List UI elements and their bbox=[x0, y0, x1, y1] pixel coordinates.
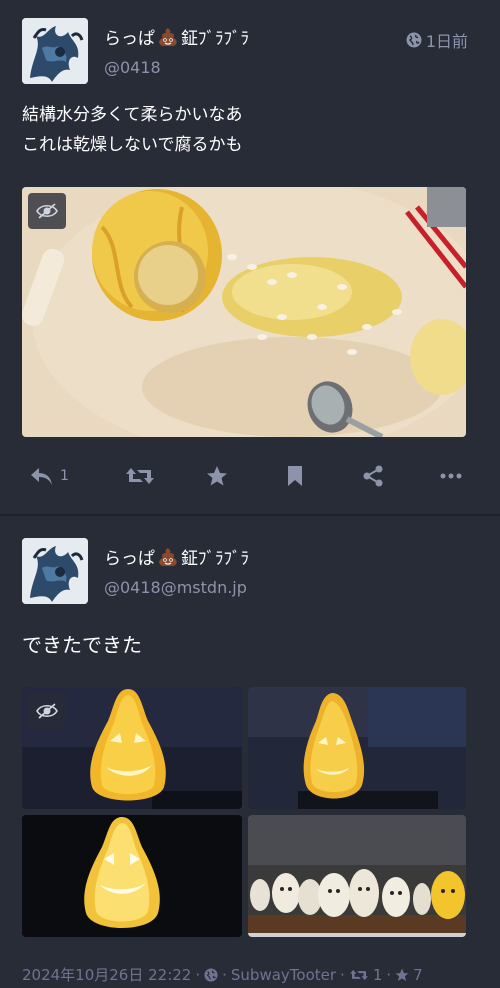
media-attachment-3[interactable] bbox=[22, 815, 242, 937]
media-attachment[interactable] bbox=[22, 187, 466, 437]
separator: · bbox=[222, 965, 227, 984]
display-name-text: らっぱ bbox=[104, 549, 155, 569]
avatar[interactable] bbox=[22, 18, 88, 84]
star-icon bbox=[207, 466, 227, 486]
avatar-image bbox=[22, 18, 88, 84]
eye-slash-icon bbox=[36, 203, 58, 219]
timestamp-text: 1日前 bbox=[425, 32, 468, 51]
separator: · bbox=[340, 965, 345, 984]
media-attachment-1[interactable] bbox=[22, 687, 242, 809]
media-image bbox=[22, 187, 466, 437]
favourite-button[interactable] bbox=[206, 458, 228, 494]
post-datetime[interactable]: 2024年10月26日 22:22 bbox=[22, 964, 191, 985]
display-name-text: らっぱ bbox=[104, 29, 155, 49]
content-line: 結構水分多くて柔らかいなあ bbox=[22, 105, 243, 125]
action-bar: 1 bbox=[0, 458, 500, 494]
boost-icon bbox=[126, 468, 154, 484]
favourite-count[interactable]: 7 bbox=[413, 966, 423, 984]
status-content: 結構水分多くて柔らかいなあ これは乾燥しないで腐るかも bbox=[22, 100, 243, 160]
display-name[interactable]: らっぱ 鉦ﾌﾞﾗﾌﾞﾗ bbox=[104, 544, 249, 569]
ellipsis-icon bbox=[440, 473, 462, 479]
bookmark-icon bbox=[288, 466, 302, 486]
display-name-text-suffix: 鉦ﾌﾞﾗﾌﾞﾗ bbox=[181, 29, 249, 49]
status-card[interactable]: らっぱ 鉦ﾌﾞﾗﾌﾞﾗ @0418@mstdn.jp できたできた 2024年1… bbox=[0, 516, 500, 988]
media-image bbox=[248, 687, 466, 809]
poop-emoji-icon bbox=[159, 548, 177, 566]
eye-slash-icon bbox=[36, 703, 58, 719]
poop-emoji-icon bbox=[159, 28, 177, 46]
bookmark-button[interactable] bbox=[286, 458, 304, 494]
avatar-image bbox=[22, 538, 88, 604]
reply-button[interactable]: 1 bbox=[30, 458, 69, 494]
account-handle[interactable]: @0418 bbox=[104, 58, 161, 77]
account-handle[interactable]: @0418@mstdn.jp bbox=[104, 578, 247, 597]
client-name[interactable]: SubwayTooter bbox=[231, 966, 336, 984]
separator: · bbox=[195, 965, 201, 984]
media-attachment-2[interactable] bbox=[248, 687, 466, 809]
more-options-button[interactable] bbox=[440, 458, 462, 494]
display-name[interactable]: らっぱ 鉦ﾌﾞﾗﾌﾞﾗ bbox=[104, 24, 249, 49]
share-button[interactable] bbox=[362, 458, 384, 494]
display-name-text-suffix: 鉦ﾌﾞﾗﾌﾞﾗ bbox=[181, 549, 249, 569]
media-image bbox=[248, 815, 466, 937]
boost-count[interactable]: 1 bbox=[373, 966, 383, 984]
status-footer: 2024年10月26日 22:22 · · SubwayTooter · 1 ·… bbox=[22, 964, 423, 985]
star-icon bbox=[395, 968, 409, 981]
status-card[interactable]: らっぱ 鉦ﾌﾞﾗﾌﾞﾗ @0418 1日前 結構水分多くて柔らかいなあ これは乾… bbox=[0, 0, 500, 514]
globe-icon bbox=[406, 32, 422, 48]
reply-icon bbox=[31, 468, 52, 485]
hide-media-button[interactable] bbox=[28, 193, 66, 229]
reply-count: 1 bbox=[60, 468, 69, 484]
content-line: これは乾燥しないで腐るかも bbox=[22, 135, 243, 155]
separator: · bbox=[386, 965, 392, 984]
media-image bbox=[22, 815, 242, 937]
globe-icon bbox=[204, 967, 218, 982]
avatar[interactable] bbox=[22, 538, 88, 604]
boost-button[interactable] bbox=[125, 458, 155, 494]
hide-media-button[interactable] bbox=[28, 693, 66, 729]
share-icon bbox=[363, 465, 383, 487]
timestamp[interactable]: 1日前 bbox=[406, 28, 468, 52]
status-content: できたできた bbox=[22, 633, 142, 657]
media-attachment-4[interactable] bbox=[248, 815, 466, 937]
boost-icon bbox=[349, 969, 368, 980]
